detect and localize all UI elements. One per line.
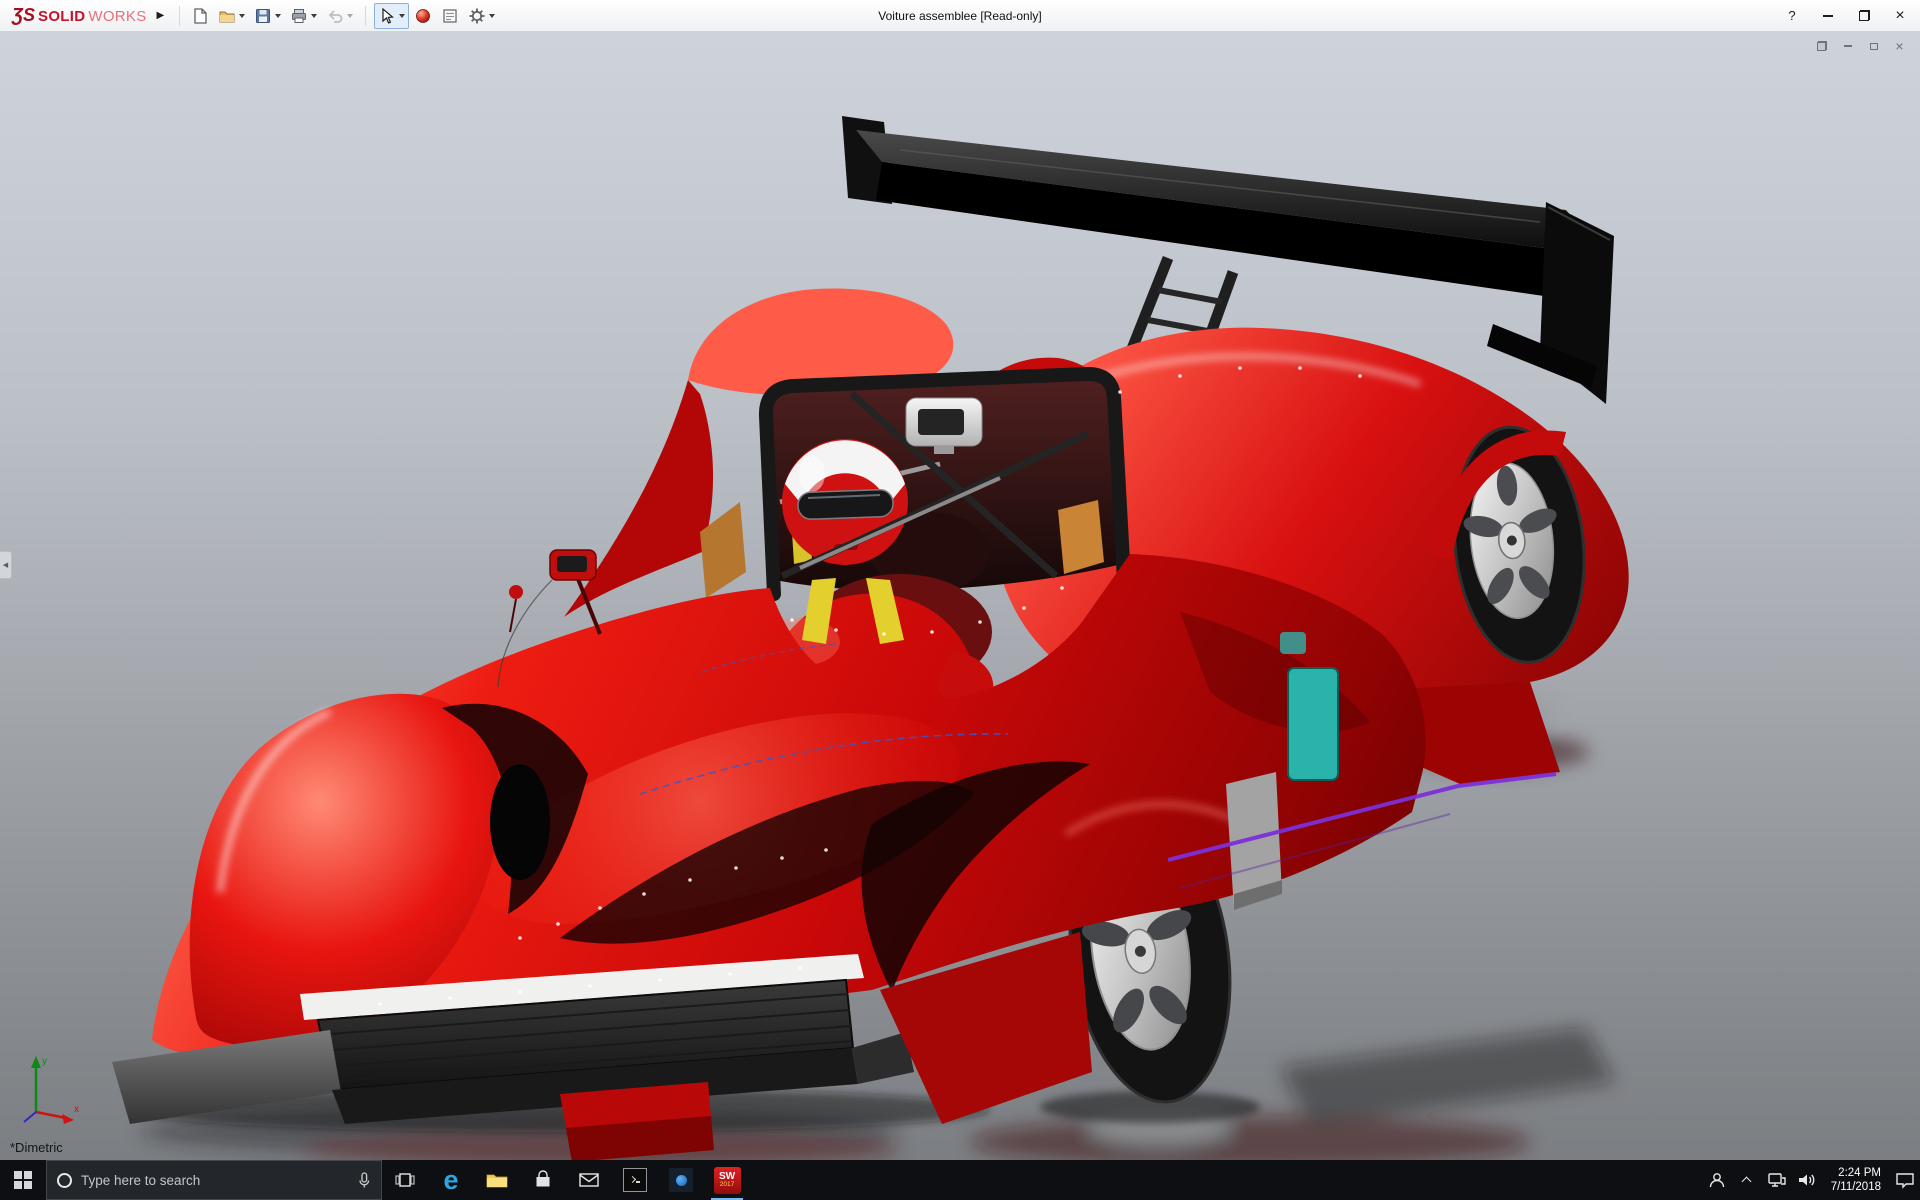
store-button[interactable]	[520, 1160, 566, 1200]
network-button[interactable]	[1762, 1172, 1792, 1188]
store-icon	[533, 1170, 553, 1190]
people-icon	[1707, 1171, 1727, 1189]
x-axis-arrow	[62, 1114, 74, 1124]
system-tray: 2:24 PM 7/11/2018	[1702, 1160, 1920, 1200]
action-center-button[interactable]	[1890, 1171, 1920, 1189]
network-icon	[1767, 1172, 1787, 1188]
app-titlebar: ƷS SOLIDWORKS ▶	[0, 0, 1920, 32]
doc-minimize-button[interactable]	[1837, 37, 1858, 55]
doc-minimize-icon	[1844, 45, 1852, 47]
solidworks-window: ƷS SOLIDWORKS ▶	[0, 0, 1920, 1200]
document-window-controls: ×	[1811, 37, 1910, 55]
close-button[interactable]: ×	[1882, 2, 1918, 30]
graphics-viewport[interactable]: × ◀	[0, 32, 1920, 1160]
file-explorer-button[interactable]	[474, 1160, 520, 1200]
edge-icon: e	[443, 1167, 458, 1194]
appearances-button[interactable]	[410, 3, 436, 29]
printer-icon	[290, 7, 308, 25]
doc-maximize-button[interactable]	[1863, 37, 1884, 55]
save-dropdown-caret[interactable]	[275, 14, 281, 18]
solidworks-logo: ƷS SOLIDWORKS	[2, 5, 153, 26]
undo-button[interactable]	[322, 3, 357, 29]
solidworks-taskbar-button[interactable]: SW 2017	[704, 1160, 750, 1200]
speaker-icon	[1797, 1172, 1817, 1188]
save-floppy-icon	[254, 7, 272, 25]
gear-icon	[468, 7, 486, 25]
search-input[interactable]	[81, 1173, 348, 1188]
cortana-icon	[57, 1173, 72, 1188]
minimize-icon	[1823, 15, 1833, 17]
windows-taskbar: e SW 2017	[0, 1160, 1920, 1200]
restore-button[interactable]	[1846, 2, 1882, 30]
toolbar-separator	[179, 6, 180, 26]
save-button[interactable]	[250, 3, 285, 29]
photos-icon	[669, 1168, 693, 1192]
sheet-properties-button[interactable]	[437, 3, 463, 29]
command-prompt-button[interactable]	[612, 1160, 658, 1200]
open-document-button[interactable]	[214, 3, 249, 29]
sheet-icon	[441, 7, 459, 25]
edge-button[interactable]: e	[428, 1160, 474, 1200]
clock[interactable]: 2:24 PM 7/11/2018	[1822, 1166, 1890, 1194]
panel-collapse-arrow[interactable]: ◀	[0, 551, 12, 579]
main-toolbar	[187, 3, 499, 29]
restore-icon	[1859, 10, 1870, 21]
print-button[interactable]	[286, 3, 321, 29]
appearance-sphere-icon	[414, 7, 432, 25]
view-orientation-label: *Dimetric	[10, 1140, 63, 1155]
open-dropdown-caret[interactable]	[239, 14, 245, 18]
start-button[interactable]	[0, 1160, 46, 1200]
camera-pod	[906, 398, 982, 454]
command-prompt-icon	[623, 1168, 647, 1192]
toolbar-separator	[365, 6, 366, 26]
new-document-icon	[191, 7, 209, 25]
doc-float-icon	[1817, 41, 1827, 51]
options-dropdown-caret[interactable]	[489, 14, 495, 18]
action-center-icon	[1895, 1171, 1915, 1189]
minimize-button[interactable]	[1810, 2, 1846, 30]
orientation-triad[interactable]: x y	[14, 1048, 84, 1126]
ds-logo-icon: ƷS	[12, 5, 35, 26]
mail-icon	[579, 1172, 599, 1188]
undo-dropdown-caret[interactable]	[347, 14, 353, 18]
doc-close-button[interactable]: ×	[1889, 37, 1910, 55]
doc-maximize-icon	[1870, 43, 1878, 50]
document-title: Voiture assemblee [Read-only]	[878, 9, 1041, 23]
y-axis-label: y	[42, 1056, 47, 1067]
task-view-icon	[395, 1170, 415, 1190]
chevron-up-icon	[1742, 1177, 1752, 1187]
new-document-button[interactable]	[187, 3, 213, 29]
tray-expand-button[interactable]	[1732, 1175, 1762, 1185]
taskbar-search[interactable]	[46, 1160, 382, 1200]
open-folder-icon	[218, 7, 236, 25]
brand-text-solid: SOLID	[38, 8, 85, 25]
microphone-icon[interactable]	[357, 1171, 371, 1189]
select-dropdown-caret[interactable]	[399, 14, 405, 18]
z-axis-stub	[24, 1112, 36, 1122]
x-axis-label: x	[74, 1104, 79, 1115]
clock-time: 2:24 PM	[1838, 1166, 1881, 1180]
mail-button[interactable]	[566, 1160, 612, 1200]
race-car-model[interactable]	[0, 32, 1920, 1160]
help-button[interactable]: ?	[1774, 2, 1810, 30]
options-button[interactable]	[464, 3, 499, 29]
y-axis-arrow	[31, 1056, 41, 1068]
photos-button[interactable]	[658, 1160, 704, 1200]
file-explorer-icon	[486, 1171, 508, 1189]
print-dropdown-caret[interactable]	[311, 14, 317, 18]
brand-text-works: WORKS	[88, 8, 146, 25]
select-cursor-icon	[378, 7, 396, 25]
solidworks-app-icon: SW 2017	[714, 1167, 741, 1194]
doc-float-button[interactable]	[1811, 37, 1832, 55]
volume-button[interactable]	[1792, 1172, 1822, 1188]
menu-flyout-arrow[interactable]: ▶	[153, 8, 173, 23]
clock-date: 7/11/2018	[1831, 1180, 1881, 1194]
undo-arrow-icon	[326, 7, 344, 25]
windows-logo-icon	[14, 1171, 32, 1189]
window-controls: ? ×	[1774, 2, 1918, 30]
select-tool-button[interactable]	[374, 3, 409, 29]
teal-side-panel	[1288, 668, 1338, 780]
people-button[interactable]	[1702, 1171, 1732, 1189]
task-view-button[interactable]	[382, 1160, 428, 1200]
